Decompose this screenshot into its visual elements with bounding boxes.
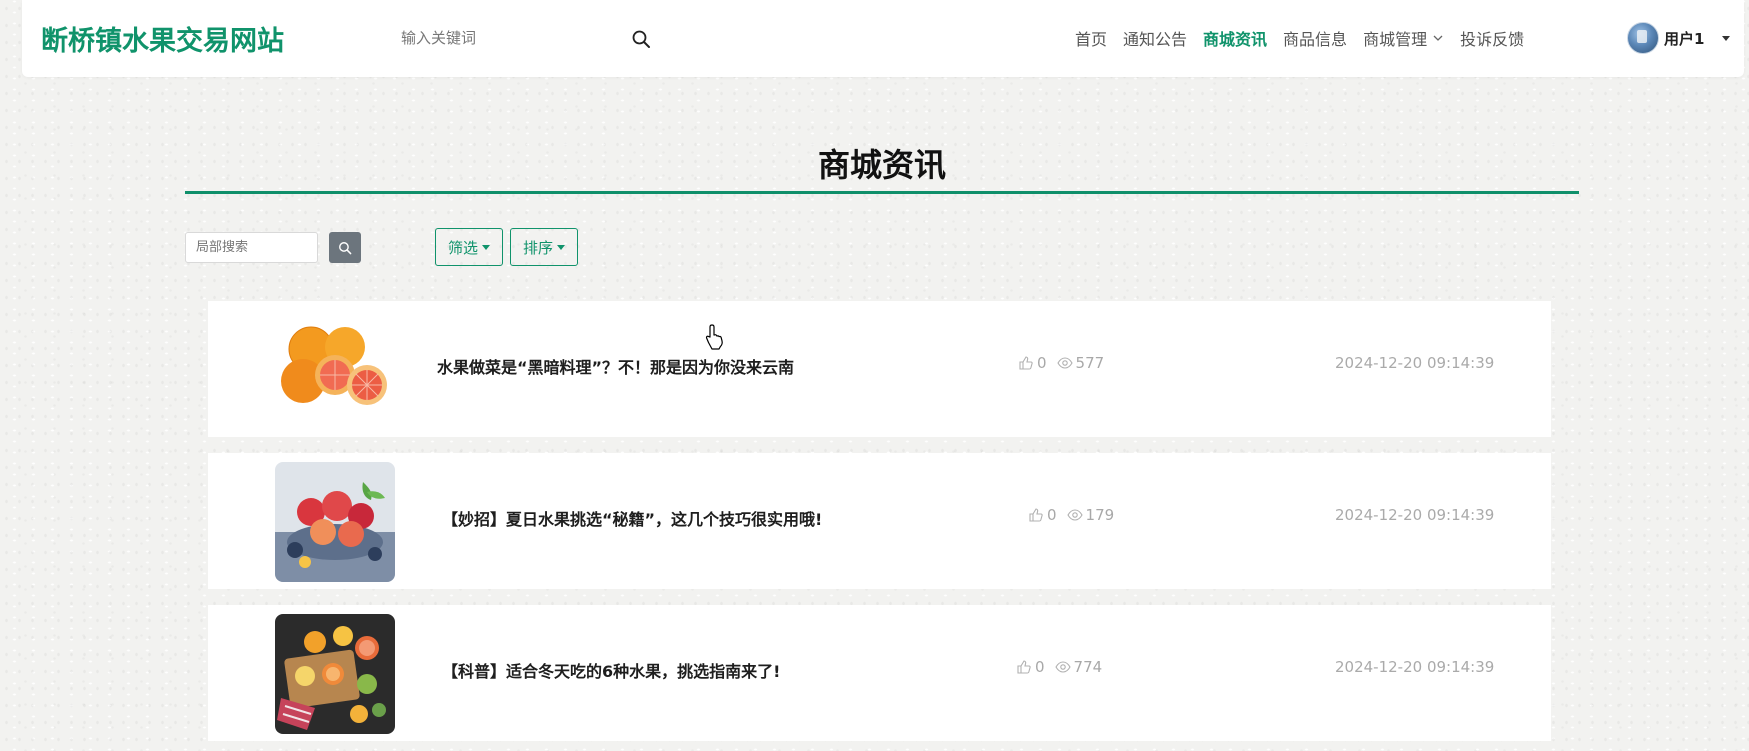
article-image[interactable] (275, 614, 395, 734)
top-header: 断桥镇水果交易网站 首页 通知公告 商城资讯 商品信息 商城管理 投诉反馈 用户… (22, 0, 1744, 77)
nav-notices[interactable]: 通知公告 (1123, 26, 1187, 50)
thumbs-up-icon[interactable] (1018, 355, 1034, 371)
user-menu[interactable]: 用户1 (1627, 21, 1731, 55)
article-image[interactable] (275, 309, 395, 429)
user-name: 用户1 (1664, 29, 1705, 48)
nav-home[interactable]: 首页 (1075, 26, 1107, 50)
fruit-image (275, 614, 395, 734)
search-input[interactable] (400, 22, 611, 54)
local-search-button[interactable] (329, 232, 361, 263)
fruit-image (275, 309, 395, 429)
view-count: 774 (1073, 658, 1103, 676)
header-search (400, 22, 656, 56)
eye-icon (1056, 357, 1073, 369)
article-date: 2024-12-20 09:14:39 (1335, 658, 1495, 676)
main-nav: 首页 通知公告 商城资讯 商品信息 商城管理 投诉反馈 (1075, 26, 1540, 50)
article-stats: 0 774 (1016, 658, 1102, 676)
nav-mall-management[interactable]: 商城管理 (1363, 26, 1444, 50)
sort-button[interactable]: 排序 (510, 228, 579, 266)
nav-feedback[interactable]: 投诉反馈 (1460, 26, 1524, 50)
local-search-input[interactable] (185, 232, 318, 263)
search-icon (339, 241, 352, 254)
like-count: 0 (1037, 354, 1047, 372)
article-date: 2024-12-20 09:14:39 (1335, 506, 1495, 524)
nav-news[interactable]: 商城资讯 (1203, 26, 1267, 50)
caret-down-icon (557, 244, 566, 250)
site-title[interactable]: 断桥镇水果交易网站 (41, 19, 284, 58)
nav-products[interactable]: 商品信息 (1283, 26, 1347, 50)
article-card[interactable]: 水果做菜是“黑暗料理”？不！那是因为你没来云南 0 577 2024-12-20… (208, 301, 1551, 437)
thumbs-up-icon[interactable] (1016, 659, 1032, 675)
chevron-down-icon (1433, 35, 1443, 41)
page-title: 商城资讯 (817, 146, 946, 184)
article-image[interactable] (275, 462, 395, 582)
article-title[interactable]: 水果做菜是“黑暗料理”？不！那是因为你没来云南 (437, 354, 794, 378)
eye-icon (1066, 509, 1083, 521)
article-date: 2024-12-20 09:14:39 (1335, 354, 1495, 372)
caret-down-icon (1722, 35, 1731, 41)
article-stats: 0 179 (1028, 506, 1114, 524)
view-count: 179 (1085, 506, 1115, 524)
thumbs-up-icon[interactable] (1028, 507, 1044, 523)
search-icon[interactable] (631, 29, 651, 49)
like-count: 0 (1035, 658, 1045, 676)
eye-icon (1054, 661, 1071, 673)
title-divider (185, 191, 1579, 194)
caret-down-icon (482, 244, 491, 250)
article-stats: 0 577 (1018, 354, 1104, 372)
hand-cursor-icon (705, 324, 723, 350)
article-card[interactable]: 【科普】适合冬天吃的6种水果，挑选指南来了! 0 774 2024-12-20 … (208, 605, 1551, 741)
like-count: 0 (1047, 506, 1057, 524)
filter-button[interactable]: 筛选 (435, 228, 504, 266)
article-title[interactable]: 【科普】适合冬天吃的6种水果，挑选指南来了! (442, 658, 780, 682)
view-count: 577 (1075, 354, 1105, 372)
article-title[interactable]: 【妙招】夏日水果挑选“秘籍”，这几个技巧很实用哦! (442, 506, 822, 530)
avatar (1627, 22, 1659, 54)
article-card[interactable]: 【妙招】夏日水果挑选“秘籍”，这几个技巧很实用哦! 0 179 2024-12-… (208, 453, 1551, 589)
fruit-image (275, 462, 395, 582)
